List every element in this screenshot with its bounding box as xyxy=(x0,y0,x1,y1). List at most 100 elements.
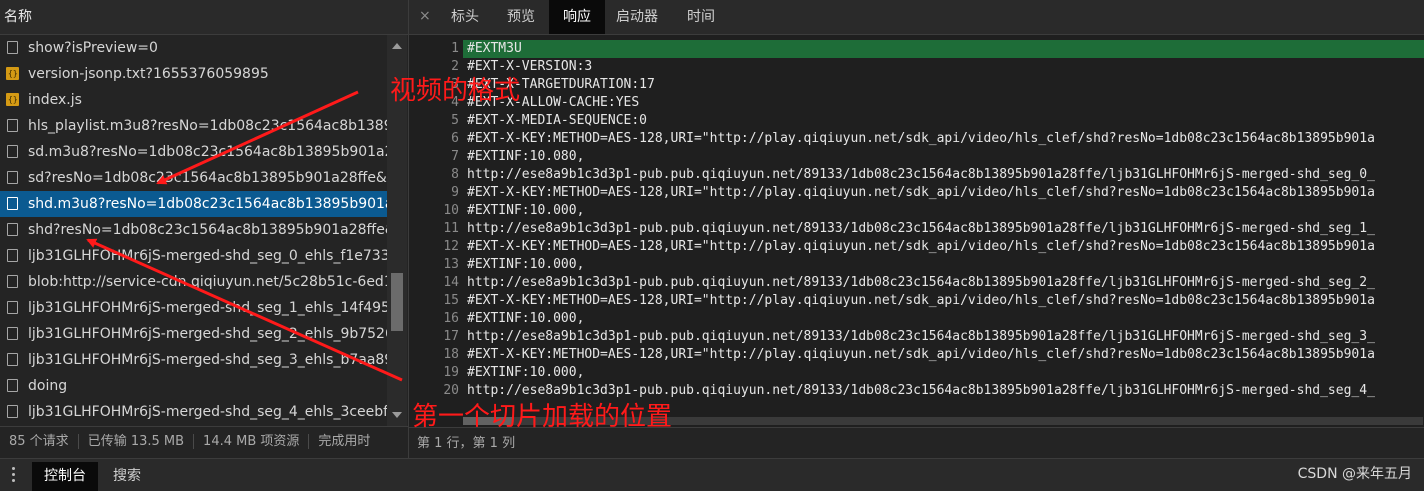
code-line: #EXT-X-KEY:METHOD=AES-128,URI="http://pl… xyxy=(467,185,1375,200)
code-line: #EXT-X-ALLOW-CACHE:YES xyxy=(467,95,640,110)
line-number: 2 xyxy=(451,59,459,74)
line-number: 12 xyxy=(443,239,459,254)
finish-time: 完成用时 xyxy=(318,434,371,449)
detail-panel: × 标头 预览 响应 启动器 时间 1 2 3 4 5 6 7 8 9 10 11 12 13 14 15 16 17 1… xyxy=(409,0,1424,459)
code-line: #EXT-X-VERSION:3 xyxy=(467,59,593,74)
request-row[interactable]: show?isPreview=0 xyxy=(0,35,387,61)
line-number: 14 xyxy=(443,275,459,290)
request-row[interactable]: blob:http://service-cdn.qiqiuyun.net/5c2… xyxy=(0,269,387,295)
line-number: 11 xyxy=(443,221,459,236)
tab-0[interactable]: 标头 xyxy=(437,0,493,34)
code-line: #EXT-X-KEY:METHOD=AES-128,URI="http://pl… xyxy=(467,293,1375,308)
request-row[interactable]: version-jsonp.txt?1655376059895 xyxy=(0,61,387,87)
request-row[interactable]: sd.m3u8?resNo=1db08c23c1564ac8b13895b901… xyxy=(0,139,387,165)
file-icon xyxy=(7,301,18,314)
resource-size: 14.4 MB 项资源 xyxy=(194,434,310,449)
request-name: show?isPreview=0 xyxy=(28,40,158,56)
line-number: 15 xyxy=(443,293,459,308)
request-row[interactable]: doing xyxy=(0,373,387,399)
request-row[interactable]: ljb31GLHFOHMr6jS-merged-shd_seg_3_ehls_b… xyxy=(0,347,387,373)
request-row[interactable]: ljb31GLHFOHMr6jS-merged-shd_seg_1_ehls_1… xyxy=(0,295,387,321)
file-icon xyxy=(7,223,18,236)
request-name: ljb31GLHFOHMr6jS-merged-shd_seg_2_ehls_9… xyxy=(28,326,387,342)
request-name: doing xyxy=(28,378,68,394)
request-row[interactable]: shd?resNo=1db08c23c1564ac8b13895b901a28f… xyxy=(0,217,387,243)
js-file-icon xyxy=(6,61,19,87)
request-row[interactable]: ljb31GLHFOHMr6jS-merged-shd_seg_2_ehls_9… xyxy=(0,321,387,347)
close-icon[interactable]: × xyxy=(419,8,431,24)
request-list-scrollbar[interactable] xyxy=(387,35,407,426)
line-number: 6 xyxy=(451,131,459,146)
request-row[interactable]: sd?resNo=1db08c23c1564ac8b13895b901a28ff… xyxy=(0,165,387,191)
request-name: ljb31GLHFOHMr6jS-merged-shd_seg_1_ehls_1… xyxy=(28,300,387,316)
request-name: index.js xyxy=(28,92,82,108)
file-icon xyxy=(7,379,18,392)
code-line: #EXT-X-TARGETDURATION:17 xyxy=(467,77,655,92)
code-line: http://ese8a9b1c3d3p1-pub.pub.qiqiuyun.n… xyxy=(467,383,1375,398)
request-count: 85 个请求 xyxy=(0,434,79,449)
line-number: 17 xyxy=(443,329,459,344)
code-line: #EXTINF:10.080, xyxy=(467,149,585,164)
code-line: http://ese8a9b1c3d3p1-pub.pub.qiqiuyun.n… xyxy=(467,221,1375,236)
request-name: hls_playlist.m3u8?resNo=1db08c23c1564ac8… xyxy=(28,118,387,134)
line-number: 3 xyxy=(451,77,459,92)
line-number: 9 xyxy=(451,185,459,200)
drawer-tabbar: CSDN @来年五月 控制台 搜索 xyxy=(0,458,1424,491)
network-summary-bar: 85 个请求 已传输 13.5 MB 14.4 MB 项资源 完成用时 xyxy=(0,426,408,459)
code-line: #EXTM3U xyxy=(463,40,1424,58)
line-number: 10 xyxy=(443,203,459,218)
line-number: 8 xyxy=(451,167,459,182)
request-row[interactable]: hls_playlist.m3u8?resNo=1db08c23c1564ac8… xyxy=(0,113,387,139)
line-number: 1 xyxy=(451,41,459,56)
request-row[interactable]: ljb31GLHFOHMr6jS-merged-shd_seg_4_ehls_3… xyxy=(0,399,387,425)
file-icon xyxy=(7,171,18,184)
request-row[interactable]: ljb31GLHFOHMr6jS-merged-shd_seg_0_ehls_f… xyxy=(0,243,387,269)
more-options-icon[interactable] xyxy=(12,467,16,485)
request-name: version-jsonp.txt?1655376059895 xyxy=(28,66,269,82)
tab-1[interactable]: 预览 xyxy=(493,0,549,34)
scroll-thumb[interactable] xyxy=(391,273,403,331)
drawer-tab-0[interactable]: 控制台 xyxy=(32,462,98,491)
code-line: #EXTINF:10.000, xyxy=(467,257,585,272)
line-number: 20 xyxy=(443,383,459,398)
tab-3[interactable]: 启动器 xyxy=(602,0,672,34)
code-line: http://ese8a9b1c3d3p1-pub.pub.qiqiuyun.n… xyxy=(467,167,1375,182)
code-line: #EXTINF:10.000, xyxy=(467,365,585,380)
js-file-icon xyxy=(6,87,19,113)
horizontal-scroll-thumb[interactable] xyxy=(463,417,513,425)
tab-4[interactable]: 时间 xyxy=(673,0,729,34)
code-line: #EXT-X-KEY:METHOD=AES-128,URI="http://pl… xyxy=(467,347,1375,362)
horizontal-scrollbar[interactable] xyxy=(463,417,1423,425)
code-line: #EXTINF:10.000, xyxy=(467,311,585,326)
request-list-panel: 名称 show?isPreview=0 version-jsonp.txt?165… xyxy=(0,0,409,458)
line-number: 7 xyxy=(451,149,459,164)
file-icon xyxy=(7,249,18,262)
line-number: 13 xyxy=(443,257,459,272)
line-number: 16 xyxy=(443,311,459,326)
cursor-position-status: 第 1 行，第 1 列 xyxy=(409,427,1424,459)
request-name: shd?resNo=1db08c23c1564ac8b13895b901a28f… xyxy=(28,222,387,238)
line-number: 5 xyxy=(451,113,459,128)
tab-2[interactable]: 响应 xyxy=(549,0,605,34)
name-column-header[interactable]: 名称 xyxy=(0,0,408,35)
request-list: show?isPreview=0 version-jsonp.txt?165537… xyxy=(0,35,387,426)
line-number: 19 xyxy=(443,365,459,380)
response-code-lines: #EXTM3U #EXT-X-VERSION:3 #EXT-X-TARGETDURA… xyxy=(463,40,1424,400)
response-viewer[interactable]: 1 2 3 4 5 6 7 8 9 10 11 12 13 14 15 16 17 18 19 20 #EXTM3U #… xyxy=(409,35,1424,427)
code-line: http://ese8a9b1c3d3p1-pub.pub.qiqiuyun.n… xyxy=(467,329,1375,344)
request-row[interactable]: shd.m3u8?resNo=1db08c23c1564ac8b13895b90… xyxy=(0,191,387,217)
file-icon xyxy=(7,119,18,132)
drawer-tab-1[interactable]: 搜索 xyxy=(101,462,153,491)
line-number: 18 xyxy=(443,347,459,362)
request-name: blob:http://service-cdn.qiqiuyun.net/5c2… xyxy=(28,274,387,290)
file-icon xyxy=(7,197,18,210)
scroll-up-arrow-icon[interactable] xyxy=(392,43,402,49)
line-number-gutter: 1 2 3 4 5 6 7 8 9 10 11 12 13 14 15 16 17 18 19 20 xyxy=(409,40,459,400)
file-icon xyxy=(7,405,18,418)
file-icon xyxy=(7,41,18,54)
csdn-watermark: CSDN @来年五月 xyxy=(1297,466,1412,482)
request-row[interactable]: index.js xyxy=(0,87,387,113)
file-icon xyxy=(7,353,18,366)
scroll-down-arrow-icon[interactable] xyxy=(392,412,402,418)
request-name: ljb31GLHFOHMr6jS-merged-shd_seg_4_ehls_3… xyxy=(28,404,387,420)
